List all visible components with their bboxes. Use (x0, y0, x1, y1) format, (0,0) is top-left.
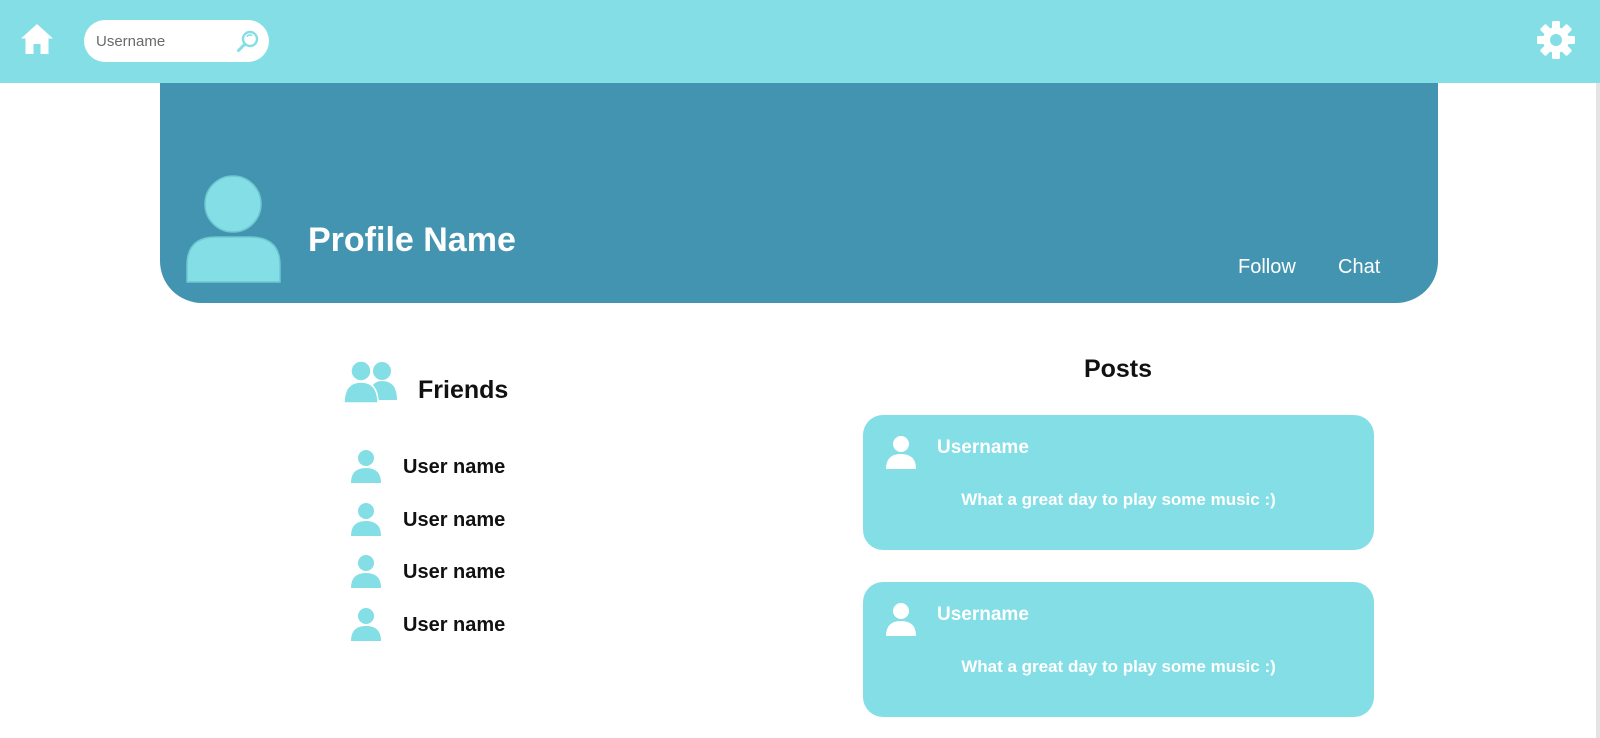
chat-button[interactable]: Chat (1338, 256, 1380, 279)
friend-name: User name (403, 509, 506, 531)
follow-button[interactable]: Follow (1238, 256, 1296, 279)
user-icon (885, 435, 917, 469)
top-navigation-bar (0, 0, 1600, 83)
user-avatar-icon (186, 175, 282, 283)
profile-name: Profile Name (308, 221, 516, 259)
post-username[interactable]: Username (937, 437, 1029, 459)
post-text: What a great day to play some music :) (961, 490, 1276, 509)
search-icon[interactable] (236, 29, 260, 53)
user-icon (350, 607, 382, 641)
friend-name: User name (403, 561, 506, 583)
search-input[interactable] (96, 30, 226, 52)
user-icon (885, 602, 917, 636)
friends-icon (343, 360, 399, 404)
profile-banner: Profile Name Follow Chat (160, 83, 1438, 303)
user-icon (350, 554, 382, 588)
search-box (84, 20, 269, 62)
post-text: What a great day to play some music :) (961, 657, 1276, 676)
posts-title: Posts (1083, 355, 1153, 383)
home-icon[interactable] (20, 22, 54, 56)
post-card: Username What a great day to play some m… (863, 415, 1374, 550)
friend-list-item[interactable]: User name (350, 449, 550, 485)
friend-list-item[interactable]: User name (350, 502, 550, 538)
friend-name: User name (403, 614, 506, 636)
friend-list-item[interactable]: User name (350, 554, 550, 590)
scrollbar[interactable] (1596, 83, 1600, 738)
friend-name: User name (403, 456, 506, 478)
friends-title: Friends (418, 376, 509, 404)
friend-list-item[interactable]: User name (350, 607, 550, 643)
user-icon (350, 449, 382, 483)
post-card: Username What a great day to play some m… (863, 582, 1374, 717)
user-icon (350, 502, 382, 536)
gear-icon[interactable] (1536, 20, 1576, 60)
post-username[interactable]: Username (937, 604, 1029, 626)
